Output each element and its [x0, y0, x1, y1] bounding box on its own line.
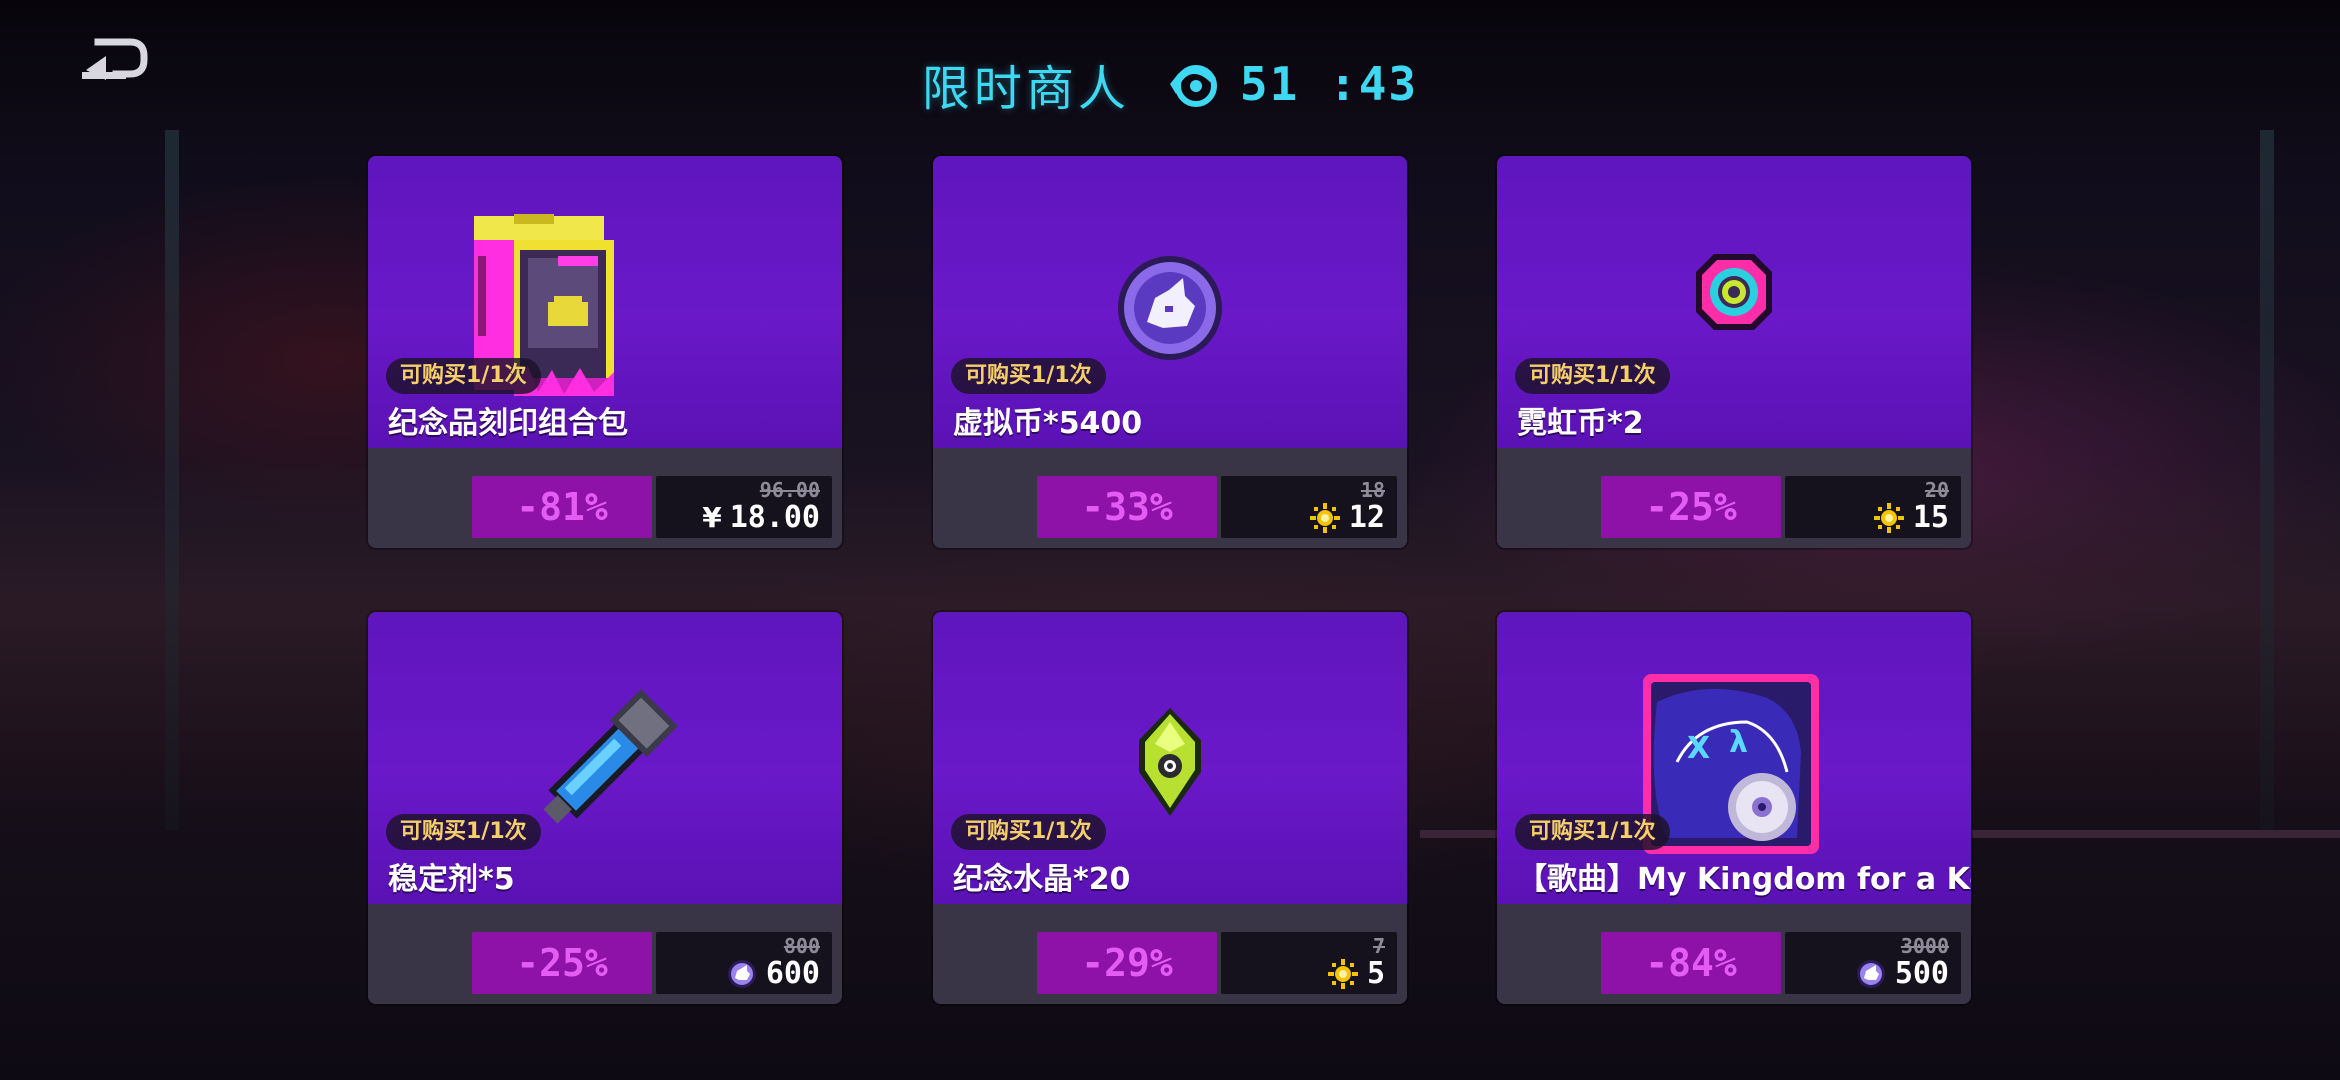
item-name: 纪念品刻印组合包 [388, 406, 628, 441]
item-name: 虚拟币*5400 [953, 406, 1143, 441]
discount-tag: -29% [1037, 932, 1217, 994]
current-price-row: 15 [1873, 500, 1949, 535]
countdown-timer: 51 :43 [1239, 57, 1419, 111]
current-price-row: 600 [726, 956, 820, 991]
current-price: 500 [1894, 956, 1949, 991]
virtual-coin-currency-icon [727, 959, 756, 988]
item-name: 纪念水晶*20 [953, 862, 1131, 897]
yen-currency-symbol: ¥ [702, 501, 722, 534]
background-pillar [2260, 130, 2274, 830]
discount-tag: -33% [1037, 476, 1217, 538]
gem-currency-icon [1309, 502, 1340, 533]
countdown: 51 :43 [1166, 56, 1418, 112]
gem-currency-icon [1873, 502, 1904, 533]
purchase-limit-badge: 可购买1/1次 [386, 814, 541, 850]
current-price: 15 [1912, 500, 1949, 535]
item-name: 霓虹币*2 [1517, 406, 1644, 441]
purchase-limit-badge: 可购买1/1次 [386, 358, 541, 394]
shop-item-card[interactable]: X λ 可购买1/1次 【歌曲】My Kingdom for a Key -84… [1497, 612, 1971, 1004]
shop-header: 限时商人 51 :43 [0, 44, 2340, 124]
page-title: 限时商人 [921, 61, 1130, 117]
purchase-limit-badge: 可购买1/1次 [951, 358, 1106, 394]
original-price: 96.00 [759, 478, 820, 502]
current-price-row: 12 [1309, 500, 1385, 535]
discount-tag: -25% [1601, 476, 1781, 538]
discount-tag: -81% [472, 476, 652, 538]
current-price-row: 5 [1327, 956, 1385, 991]
current-price: 12 [1348, 500, 1385, 535]
shop-item-card[interactable]: 可购买1/1次 纪念品刻印组合包 -81% 96.00 ¥ 18.00 [368, 156, 842, 548]
item-name: 【歌曲】My Kingdom for a Key [1517, 862, 1971, 897]
purchase-limit-badge: 可购买1/1次 [951, 814, 1106, 850]
gem-currency-icon [1327, 958, 1358, 989]
price-button[interactable]: 7 5 [1221, 932, 1397, 994]
svg-text:X: X [1687, 731, 1710, 766]
purchase-limit-badge: 可购买1/1次 [1515, 814, 1670, 850]
virtual-coin-currency-icon [1856, 959, 1885, 988]
original-price: 20 [1924, 478, 1949, 502]
svg-text:λ: λ [1729, 725, 1748, 760]
current-price-row: 500 [1855, 956, 1949, 991]
shop-item-card[interactable]: 可购买1/1次 稳定剂*5 -25% 800 600 [368, 612, 842, 1004]
discount-tag: -84% [1601, 932, 1781, 994]
price-button[interactable]: 20 15 [1785, 476, 1961, 538]
original-price: 800 [783, 934, 820, 958]
current-price-row: ¥ 18.00 [702, 500, 820, 535]
shop-item-card[interactable]: 可购买1/1次 虚拟币*5400 -33% 18 12 [933, 156, 1407, 548]
current-price: 600 [765, 956, 820, 991]
price-button[interactable]: 800 600 [656, 932, 832, 994]
shop-item-card[interactable]: 可购买1/1次 霓虹币*2 -25% 20 15 [1497, 156, 1971, 548]
background-pillar [165, 130, 179, 830]
price-button[interactable]: 96.00 ¥ 18.00 [656, 476, 832, 538]
purchase-limit-badge: 可购买1/1次 [1515, 358, 1670, 394]
original-price: 7 [1372, 934, 1385, 958]
original-price: 3000 [1900, 934, 1949, 958]
current-price: 18.00 [729, 500, 820, 535]
price-button[interactable]: 3000 500 [1785, 932, 1961, 994]
current-price: 5 [1366, 956, 1385, 991]
eye-timer-icon [1169, 65, 1217, 107]
item-name: 稳定剂*5 [388, 862, 515, 897]
shop-screen: 限时商人 51 :43 可购买1/1次 纪念品刻印组合包 -81% 96.00 … [0, 0, 2340, 1080]
original-price: 18 [1360, 478, 1385, 502]
discount-tag: -25% [472, 932, 652, 994]
shop-item-card[interactable]: 可购买1/1次 纪念水晶*20 -29% 7 5 [933, 612, 1407, 1004]
price-button[interactable]: 18 12 [1221, 476, 1397, 538]
